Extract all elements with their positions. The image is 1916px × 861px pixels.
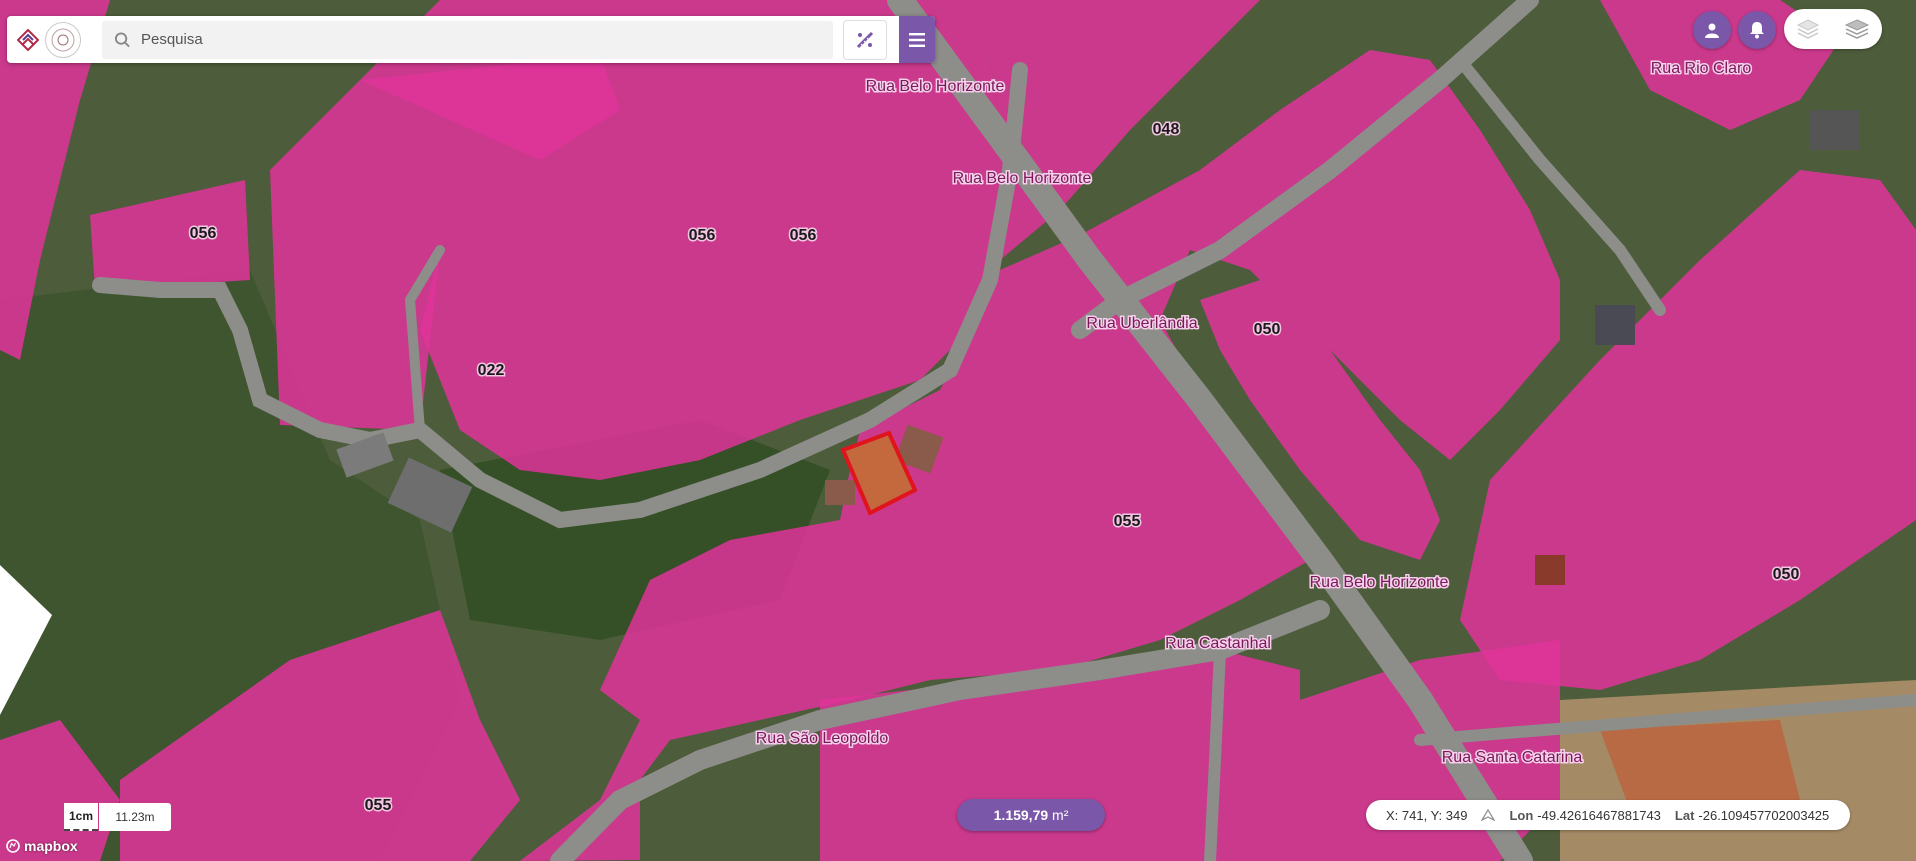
street-label: Rua São Leopoldo — [756, 730, 889, 747]
menu-button[interactable] — [899, 16, 935, 63]
area-unit: m² — [1052, 807, 1069, 823]
street-label: Rua Belo Horizonte — [953, 170, 1092, 187]
bell-icon — [1750, 22, 1764, 39]
search-input[interactable] — [138, 30, 833, 49]
building — [1535, 555, 1565, 585]
coordinate-readout: X: 741, Y: 349 Lon -49.42616467881743 La… — [1366, 800, 1850, 830]
area-badge: 1.159,79 m² — [957, 799, 1105, 831]
scale-unit: 1cm — [64, 803, 98, 831]
building — [825, 480, 855, 505]
block-number-label: 022 — [478, 362, 505, 379]
measure-button[interactable] — [843, 19, 887, 60]
lat-label: Lat — [1674, 807, 1695, 823]
user-icon — [1705, 23, 1719, 38]
search-icon — [114, 31, 130, 47]
building — [1595, 305, 1635, 345]
street-label: Rua Belo Horizonte — [1310, 574, 1449, 591]
mapbox-attribution[interactable]: mapbox — [6, 838, 78, 854]
block-number-label: 056 — [790, 227, 817, 244]
street-label: Rua Santa Catarina — [1442, 749, 1583, 766]
scale-bar: 1cm 11.23m — [64, 803, 171, 831]
xy-readout: X: 741, Y: 349 — [1386, 807, 1468, 823]
street-label: Rua Uberlândia — [1086, 315, 1197, 332]
block-number-label: 056 — [190, 225, 217, 242]
block-number-label: 050 — [1773, 566, 1800, 583]
municipal-seal-icon — [45, 21, 81, 58]
mapbox-label: mapbox — [24, 838, 78, 854]
notifications-button[interactable] — [1738, 11, 1776, 49]
street-label: Rua Belo Horizonte — [866, 78, 1005, 95]
block-number-label: 050 — [1254, 321, 1281, 338]
block-number-label: 055 — [365, 797, 392, 814]
layers-control — [1784, 9, 1882, 49]
block-number-label: 055 — [1114, 513, 1141, 530]
block-number-label: 048 — [1153, 121, 1180, 138]
block-number-label: 056 — [689, 227, 716, 244]
measure-icon — [856, 31, 874, 48]
compass-icon — [1481, 809, 1496, 821]
imagery-ground — [1600, 720, 1800, 810]
mapbox-logo-icon — [6, 839, 20, 853]
lon-label: Lon — [1509, 807, 1534, 823]
search-panel — [7, 16, 935, 63]
street-label: Rua Castanhal — [1165, 635, 1271, 652]
menu-icon — [909, 32, 925, 47]
scale-value: 11.23m — [99, 803, 171, 831]
map-canvas[interactable]: 056 056 056 022 048 050 050 055 055 Rua Belo Hor… — [0, 0, 1916, 861]
layers-light-icon[interactable] — [1796, 17, 1820, 41]
street-label: Rua Rio Claro — [1651, 60, 1752, 77]
search-field[interactable] — [102, 20, 833, 59]
lon-value: -49.42616467881743 — [1537, 807, 1661, 823]
lat-value: -26.109457702003425 — [1698, 807, 1830, 823]
brand-logo-icon — [17, 28, 39, 51]
logo — [7, 16, 82, 63]
layers-icon[interactable] — [1844, 17, 1870, 41]
building — [1810, 110, 1860, 150]
user-button[interactable] — [1693, 11, 1731, 49]
area-value: 1.159,79 — [993, 807, 1049, 823]
